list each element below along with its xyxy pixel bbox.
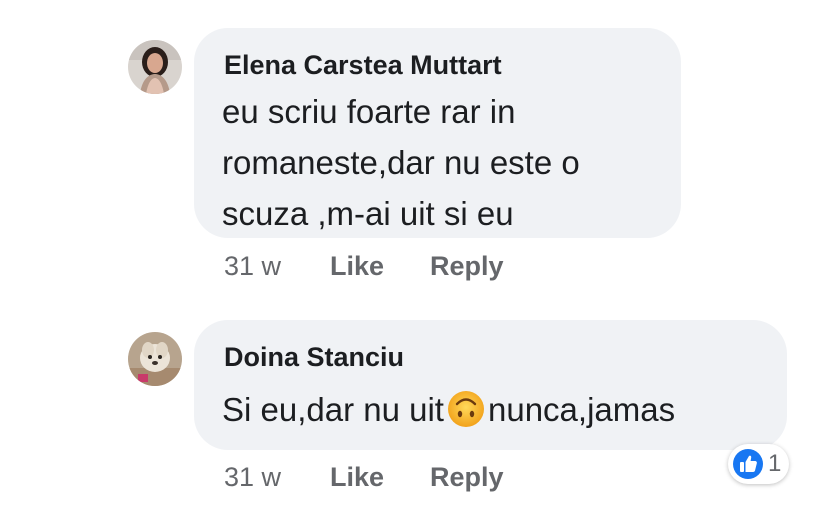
comment-text: Si eu,dar nu uit nunca,jamas xyxy=(222,384,675,435)
like-reaction-icon xyxy=(733,449,763,479)
comment-actions: 31 w Like Reply xyxy=(224,462,544,496)
like-button[interactable]: Like xyxy=(330,462,384,493)
comment-text-after-emoji: nunca,jamas xyxy=(487,391,676,428)
reply-button[interactable]: Reply xyxy=(430,462,504,493)
comment-timestamp[interactable]: 31 w xyxy=(224,462,281,493)
comment-doina: Doina Stanciu Si eu,dar nu uit nunca,jam… xyxy=(0,0,830,517)
avatar[interactable] xyxy=(128,332,182,386)
comment-bubble: Doina Stanciu Si eu,dar nu uit nunca,jam… xyxy=(194,320,787,450)
reaction-count: 1 xyxy=(768,450,782,477)
comments-thread: Elena Carstea Muttart eu scriu foarte ra… xyxy=(0,0,830,517)
comment-text-before-emoji: Si eu,dar nu uit xyxy=(222,391,444,428)
comment-author[interactable]: Doina Stanciu xyxy=(224,342,404,373)
upside-down-face-icon xyxy=(446,389,486,429)
reaction-summary[interactable]: 1 xyxy=(728,444,790,484)
